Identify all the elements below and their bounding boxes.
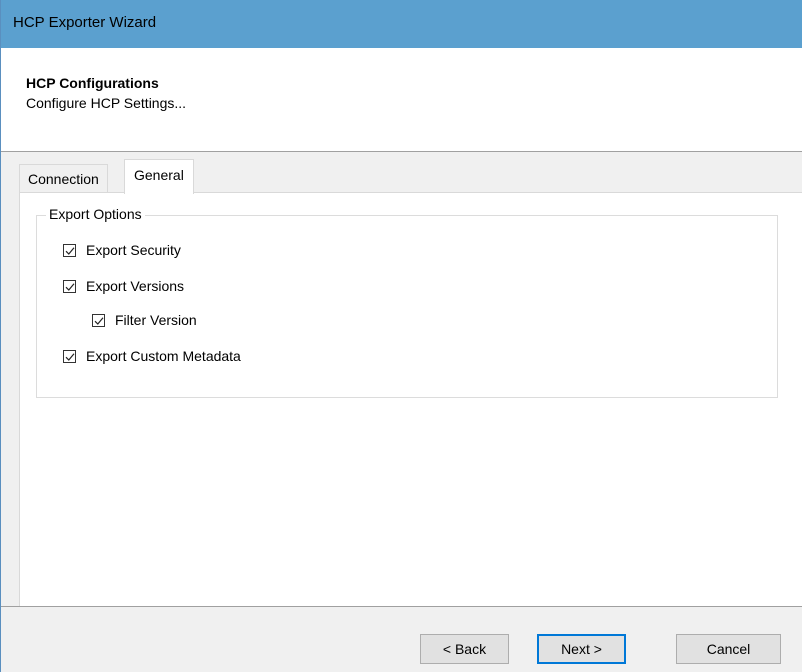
export-security-label: Export Security: [86, 242, 181, 258]
cancel-button[interactable]: Cancel: [676, 634, 781, 664]
wizard-window: HCP Exporter Wizard HCP Configurations C…: [0, 0, 802, 672]
page-title: HCP Configurations: [26, 75, 159, 91]
export-custom-metadata-checkbox[interactable]: Export Custom Metadata: [63, 348, 241, 364]
window-title: HCP Exporter Wizard: [13, 14, 157, 31]
wizard-footer: < Back Next > Cancel: [1, 606, 802, 672]
checkbox-box[interactable]: [92, 313, 105, 327]
checkmark-icon: [65, 282, 75, 291]
checkbox-box[interactable]: [63, 279, 76, 293]
export-options-group: Export Options Export Security Export Ve…: [36, 206, 778, 398]
filter-version-label: Filter Version: [115, 312, 197, 328]
export-options-label: Export Options: [46, 206, 145, 222]
tab-connection[interactable]: Connection: [19, 164, 108, 193]
checkbox-box[interactable]: [63, 243, 76, 257]
export-security-checkbox[interactable]: Export Security: [63, 242, 181, 258]
checkmark-icon: [94, 316, 104, 325]
checkmark-icon: [65, 246, 75, 255]
wizard-header: HCP Configurations Configure HCP Setting…: [1, 48, 802, 152]
tab-strip: Connection General: [1, 152, 802, 194]
checkbox-box[interactable]: [63, 349, 76, 363]
checkmark-icon: [65, 352, 75, 361]
page-subtitle: Configure HCP Settings...: [26, 95, 187, 111]
export-versions-checkbox[interactable]: Export Versions: [63, 278, 184, 294]
wizard-body: Connection General Export Options Export…: [1, 152, 802, 606]
title-bar[interactable]: HCP Exporter Wizard: [1, 0, 802, 48]
general-tab-panel: Export Options Export Security Export Ve…: [19, 192, 802, 606]
tab-general[interactable]: General: [124, 159, 194, 194]
export-versions-label: Export Versions: [86, 278, 185, 294]
next-button[interactable]: Next >: [537, 634, 626, 664]
export-custom-metadata-label: Export Custom Metadata: [86, 348, 241, 364]
back-button[interactable]: < Back: [420, 634, 509, 664]
filter-version-checkbox[interactable]: Filter Version: [92, 312, 197, 328]
